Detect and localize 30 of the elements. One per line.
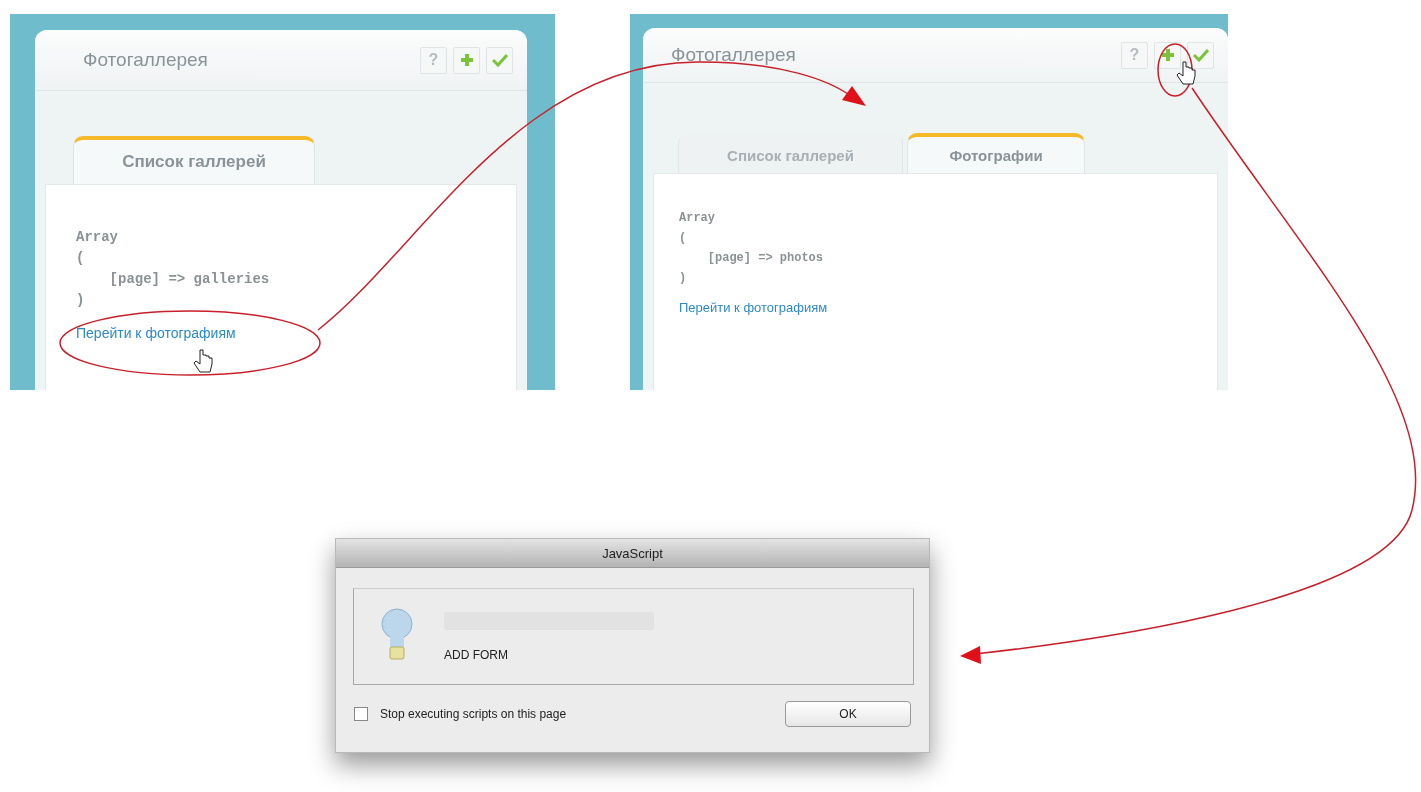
hand-cursor-icon <box>193 349 213 373</box>
help-button[interactable]: ? <box>420 46 447 74</box>
code-line: Array <box>76 228 119 247</box>
photos-link[interactable]: Перейти к фотографиям <box>679 300 828 315</box>
hand-cursor-icon <box>1176 61 1196 85</box>
code-line: ( <box>76 249 86 268</box>
dialog-title: JavaScript <box>602 545 663 561</box>
plus-icon <box>459 53 474 67</box>
tab[interactable]: Фотографии <box>907 133 1085 173</box>
code-line: [page] => photos <box>706 250 825 267</box>
panel-title: Фотогаллерея <box>671 44 796 66</box>
checkmark-icon <box>491 53 508 67</box>
code-line: [page] => galleries <box>108 270 271 289</box>
checkbox-label: Stop executing scripts on this page <box>380 707 567 721</box>
panel-title: Фотогаллерея <box>83 49 208 71</box>
annotation-ellipse <box>1157 43 1193 97</box>
save-button[interactable] <box>1187 41 1214 69</box>
code-line: ) <box>679 270 688 287</box>
add-button[interactable] <box>1154 41 1181 69</box>
ok-button[interactable]: OK <box>785 701 911 727</box>
code-line: ( <box>679 230 688 247</box>
dialog-message: ADD FORM <box>444 647 509 662</box>
checkbox[interactable] <box>354 707 368 721</box>
code-line: ) <box>76 291 86 310</box>
tab[interactable]: Список галлерей <box>73 136 315 184</box>
help-button[interactable]: ? <box>1121 41 1148 69</box>
code-line: Array <box>679 210 716 227</box>
plus-icon <box>1160 48 1175 62</box>
checkmark-icon <box>1192 48 1209 62</box>
photos-link[interactable]: Перейти к фотографиям <box>76 325 236 341</box>
